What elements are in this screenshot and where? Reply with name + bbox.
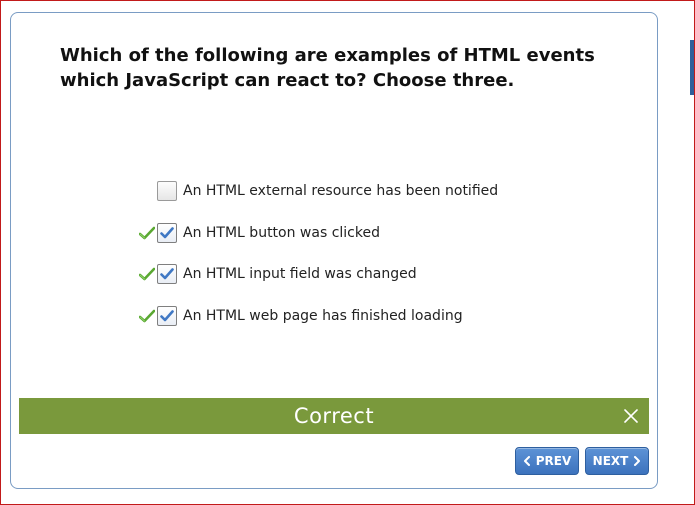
prev-button-label: PREV [535, 454, 572, 468]
answer-label[interactable]: An HTML input field was changed [183, 266, 417, 282]
scrollbar-edge[interactable] [690, 40, 694, 95]
feedback-text: Correct [293, 404, 375, 428]
feedback-bar: Correct [19, 398, 649, 434]
close-icon[interactable] [623, 408, 639, 424]
quiz-card: Which of the following are examples of H… [10, 12, 658, 489]
answer-checkbox[interactable] [157, 306, 177, 326]
check-icon [160, 310, 174, 322]
chevron-left-icon [523, 456, 530, 466]
answer-option[interactable]: An HTML input field was changed [138, 262, 417, 286]
correct-tick-slot [138, 179, 156, 203]
check-icon [160, 227, 174, 239]
answer-label[interactable]: An HTML web page has finished loading [183, 308, 463, 324]
answer-checkbox[interactable] [157, 181, 177, 201]
next-button[interactable]: NEXT [585, 447, 649, 475]
check-icon [160, 268, 174, 280]
answer-option[interactable]: An HTML button was clicked [138, 221, 380, 245]
answer-label[interactable]: An HTML external resource has been notif… [183, 183, 498, 199]
question-text: Which of the following are examples of H… [60, 45, 595, 91]
answer-option[interactable]: An HTML external resource has been notif… [138, 179, 498, 203]
correct-check-icon [138, 221, 156, 245]
correct-check-icon [138, 304, 156, 328]
answer-checkbox[interactable] [157, 264, 177, 284]
prev-button[interactable]: PREV [515, 447, 579, 475]
next-button-label: NEXT [592, 454, 629, 468]
answer-label[interactable]: An HTML button was clicked [183, 225, 380, 241]
answer-checkbox[interactable] [157, 223, 177, 243]
chevron-right-icon [634, 456, 641, 466]
correct-check-icon [138, 262, 156, 286]
answer-option[interactable]: An HTML web page has finished loading [138, 304, 463, 328]
